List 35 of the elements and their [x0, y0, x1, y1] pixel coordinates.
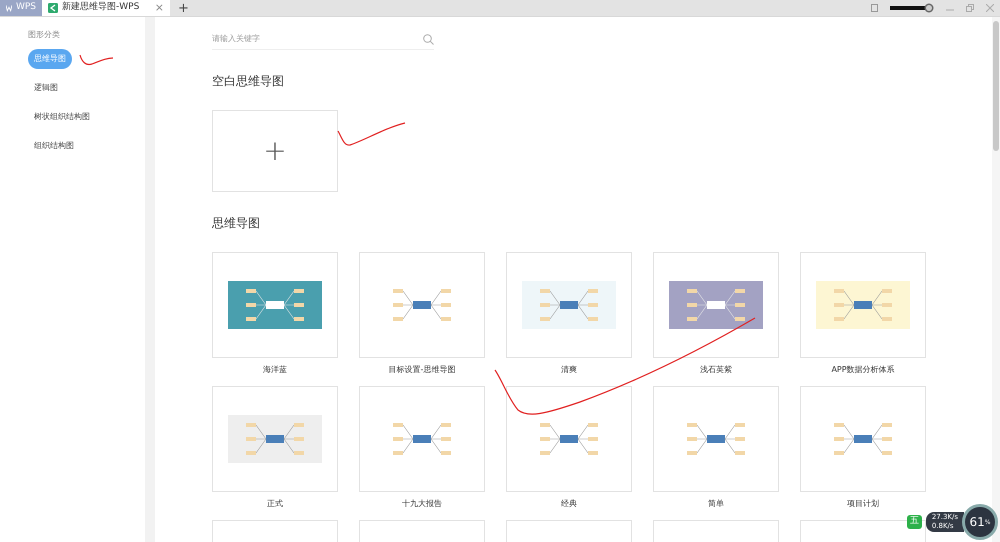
template-name: APP数据分析体系: [830, 364, 896, 376]
template-name: 目标设置-思维导图: [388, 364, 456, 376]
account-avatar-icon[interactable]: [890, 3, 934, 13]
section-heading: 空白思维导图: [212, 73, 285, 90]
pen-stroke: [79, 54, 114, 66]
close-tab-button[interactable]: ×: [154, 0, 164, 16]
blank-mindmap-card[interactable]: +: [212, 110, 338, 192]
tab-label: 新建思维导图-WPS: [62, 1, 140, 14]
sidebar-title: 图形分类: [28, 29, 61, 41]
category-item[interactable]: 组织结构图: [28, 136, 80, 156]
template-name: 浅石英紫: [699, 364, 733, 376]
tab[interactable]: 新建思维导图-WPS ×: [42, 0, 170, 16]
template-card[interactable]: [212, 252, 338, 358]
template-name: 海洋蓝: [262, 364, 288, 376]
template-card[interactable]: [653, 252, 779, 358]
template-name: 经典: [560, 498, 578, 510]
section-heading: 思维导图: [212, 215, 261, 232]
new-tab-button[interactable]: +: [170, 0, 197, 16]
template-name: 正式: [266, 498, 284, 510]
tab-label: WPS: [16, 1, 36, 14]
template-name: 清爽: [560, 364, 578, 376]
pen-stroke: [337, 122, 406, 146]
template-name: 简单: [707, 498, 725, 510]
category-item[interactable]: 树状组织结构图: [28, 107, 96, 127]
window-mode-icon[interactable]: [871, 4, 878, 12]
close-icon[interactable]: [986, 4, 994, 12]
template-card[interactable]: [506, 386, 632, 492]
search-icon[interactable]: [423, 34, 434, 44]
template-name: 项目计划: [846, 498, 880, 510]
template-name: 十九大报告: [401, 498, 443, 510]
logo-icon: [6, 4, 12, 12]
scrollbar-thumb[interactable]: [993, 21, 999, 151]
document-icon: [48, 3, 58, 13]
restore-icon[interactable]: [966, 4, 974, 12]
category-item[interactable]: 逻辑图: [28, 78, 64, 98]
